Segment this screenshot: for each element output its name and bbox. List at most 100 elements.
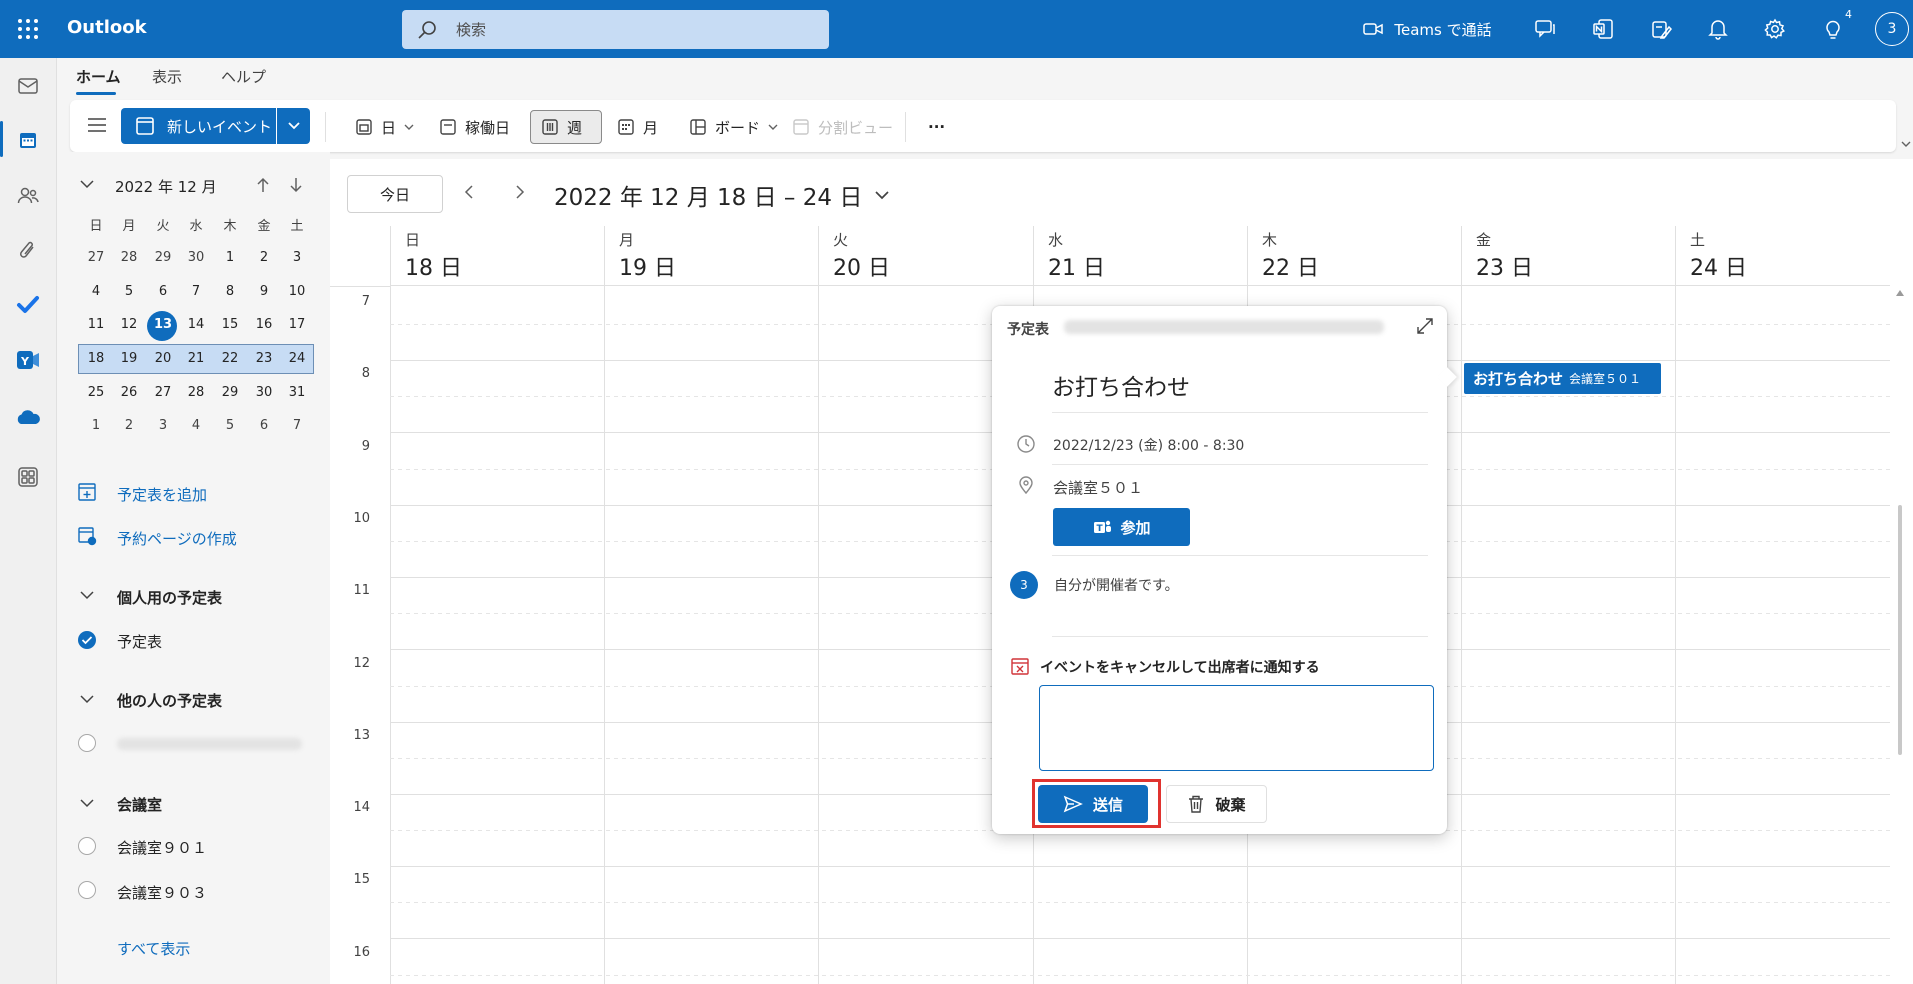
tab-view[interactable]: 表示 [152, 66, 182, 87]
next-month-arrow-icon[interactable] [288, 176, 304, 194]
mail-icon[interactable] [13, 71, 43, 101]
mini-calendar-day[interactable]: 3 [282, 244, 312, 272]
room-901-item[interactable]: 会議室９０１ [117, 837, 207, 858]
view-board-button[interactable]: ボード [679, 110, 788, 144]
mini-calendar-day[interactable]: 11 [81, 311, 111, 339]
mini-calendar-day[interactable]: 6 [148, 278, 178, 306]
tab-home[interactable]: ホーム [76, 66, 121, 87]
rooms-section[interactable]: 会議室 [117, 794, 162, 815]
mini-calendar-day[interactable]: 17 [282, 311, 312, 339]
chat-icon[interactable] [1529, 13, 1561, 45]
mini-calendar-day[interactable]: 15 [215, 311, 245, 339]
mini-calendar-day[interactable]: 3 [148, 412, 178, 440]
collapse-section-icon[interactable] [79, 798, 95, 808]
mini-calendar-day[interactable]: 23 [249, 345, 279, 373]
mini-calendar-day[interactable]: 4 [181, 412, 211, 440]
add-calendar-link[interactable]: 予定表を追加 [117, 484, 207, 505]
onedrive-cloud-icon[interactable] [13, 402, 43, 432]
tips-lightbulb-icon[interactable]: 4 [1817, 8, 1852, 45]
mini-calendar-day[interactable]: 14 [181, 311, 211, 339]
mini-calendar-day[interactable]: 19 [114, 345, 144, 373]
view-week-button[interactable]: 週 [530, 110, 602, 144]
today-button[interactable]: 今日 [347, 175, 443, 213]
more-apps-icon[interactable] [13, 462, 43, 492]
day-header[interactable]: 日 18 日 [390, 226, 604, 286]
cancel-message-input[interactable] [1039, 685, 1434, 771]
mini-calendar-day[interactable]: 2 [114, 412, 144, 440]
mini-calendar-day[interactable]: 28 [181, 379, 211, 407]
mini-calendar-day[interactable]: 25 [81, 379, 111, 407]
mini-calendar-day[interactable]: 2 [249, 244, 279, 272]
mini-calendar-day[interactable]: 1 [81, 412, 111, 440]
day-header[interactable]: 火 20 日 [818, 226, 1032, 286]
mini-calendar-day[interactable]: 29 [148, 244, 178, 272]
mini-calendar-day[interactable]: 5 [114, 278, 144, 306]
mini-calendar-day[interactable]: 10 [282, 278, 312, 306]
show-all-link[interactable]: すべて表示 [117, 938, 190, 959]
new-event-dropdown-button[interactable] [277, 108, 310, 144]
collapse-mini-calendar-icon[interactable] [79, 179, 95, 189]
mini-calendar-day[interactable]: 21 [181, 345, 211, 373]
new-event-button[interactable]: 新しいイベント [121, 108, 276, 144]
join-teams-button[interactable]: T 参加 [1053, 508, 1190, 546]
paperclip-icon[interactable] [13, 236, 43, 266]
gear-icon[interactable] [1759, 13, 1791, 45]
my-calendars-section[interactable]: 個人用の予定表 [117, 587, 222, 608]
day-header[interactable]: 土 24 日 [1675, 226, 1889, 286]
mini-calendar-day[interactable]: 29 [215, 379, 245, 407]
collapse-section-icon[interactable] [79, 694, 95, 704]
mini-calendar-day[interactable]: 30 [181, 244, 211, 272]
calendar-event[interactable]: お打ち合わせ 会議室５０１ [1464, 363, 1661, 394]
ribbon-collapse-chevron-icon[interactable] [1901, 140, 1911, 148]
search-box[interactable] [402, 10, 829, 49]
mini-calendar-day[interactable]: 26 [114, 379, 144, 407]
day-header[interactable]: 水 21 日 [1033, 226, 1247, 286]
mini-calendar-day[interactable]: 22 [215, 345, 245, 373]
day-header[interactable]: 月 19 日 [604, 226, 818, 286]
mini-calendar-day[interactable]: 1 [215, 244, 245, 272]
room-903-item[interactable]: 会議室９０３ [117, 882, 207, 903]
onenote-icon[interactable] [1587, 13, 1619, 45]
booking-page-link[interactable]: 予約ページの作成 [117, 528, 237, 549]
view-split-button[interactable]: 分割ビュー [782, 110, 903, 144]
app-name[interactable]: Outlook [67, 17, 147, 38]
teams-call-button[interactable]: Teams で通話 [1352, 13, 1502, 45]
mini-calendar-day[interactable]: 27 [148, 379, 178, 407]
my-calendar-item[interactable]: 予定表 [117, 631, 162, 652]
mini-calendar-day[interactable]: 12 [114, 311, 144, 339]
tab-help[interactable]: ヘルプ [221, 66, 266, 87]
mini-calendar-day[interactable]: 8 [215, 278, 245, 306]
more-options-button[interactable]: ··· [918, 110, 955, 144]
calendar-icon[interactable] [13, 125, 43, 155]
other-calendars-section[interactable]: 他の人の予定表 [117, 690, 222, 711]
view-work-week-button[interactable]: 稼働日 [429, 110, 520, 144]
previous-week-chevron-icon[interactable] [463, 184, 475, 200]
mini-calendar-day[interactable]: 6 [249, 412, 279, 440]
view-day-button[interactable]: 日 [345, 110, 424, 144]
checked-circle-icon[interactable] [77, 630, 97, 650]
mini-calendar-day[interactable]: 31 [282, 379, 312, 407]
calendar-radio[interactable] [78, 837, 96, 855]
mini-calendar-today[interactable]: 13 [148, 311, 178, 339]
view-month-button[interactable]: 月 [607, 110, 668, 144]
next-week-chevron-icon[interactable] [514, 184, 526, 200]
send-button[interactable]: 送信 [1038, 785, 1148, 823]
mini-calendar-day[interactable]: 16 [249, 311, 279, 339]
mini-calendar-day[interactable]: 28 [114, 244, 144, 272]
hamburger-menu-icon[interactable] [86, 115, 108, 135]
mini-calendar-day[interactable]: 27 [81, 244, 111, 272]
app-launcher-icon[interactable] [14, 15, 42, 43]
day-header[interactable]: 木 22 日 [1247, 226, 1461, 286]
yammer-icon[interactable]: Y [13, 345, 43, 375]
mini-calendar-day[interactable]: 5 [215, 412, 245, 440]
calendar-radio[interactable] [78, 734, 96, 752]
scroll-up-arrow-icon[interactable] [1896, 290, 1904, 296]
scrollbar-thumb[interactable] [1898, 505, 1902, 755]
people-icon[interactable] [13, 180, 43, 210]
expand-icon[interactable] [1415, 316, 1435, 336]
search-input[interactable] [456, 17, 806, 42]
mini-calendar-day[interactable]: 30 [249, 379, 279, 407]
mini-calendar-day[interactable]: 7 [282, 412, 312, 440]
todo-edit-icon[interactable] [1645, 13, 1677, 45]
mini-calendar-day[interactable]: 24 [282, 345, 312, 373]
